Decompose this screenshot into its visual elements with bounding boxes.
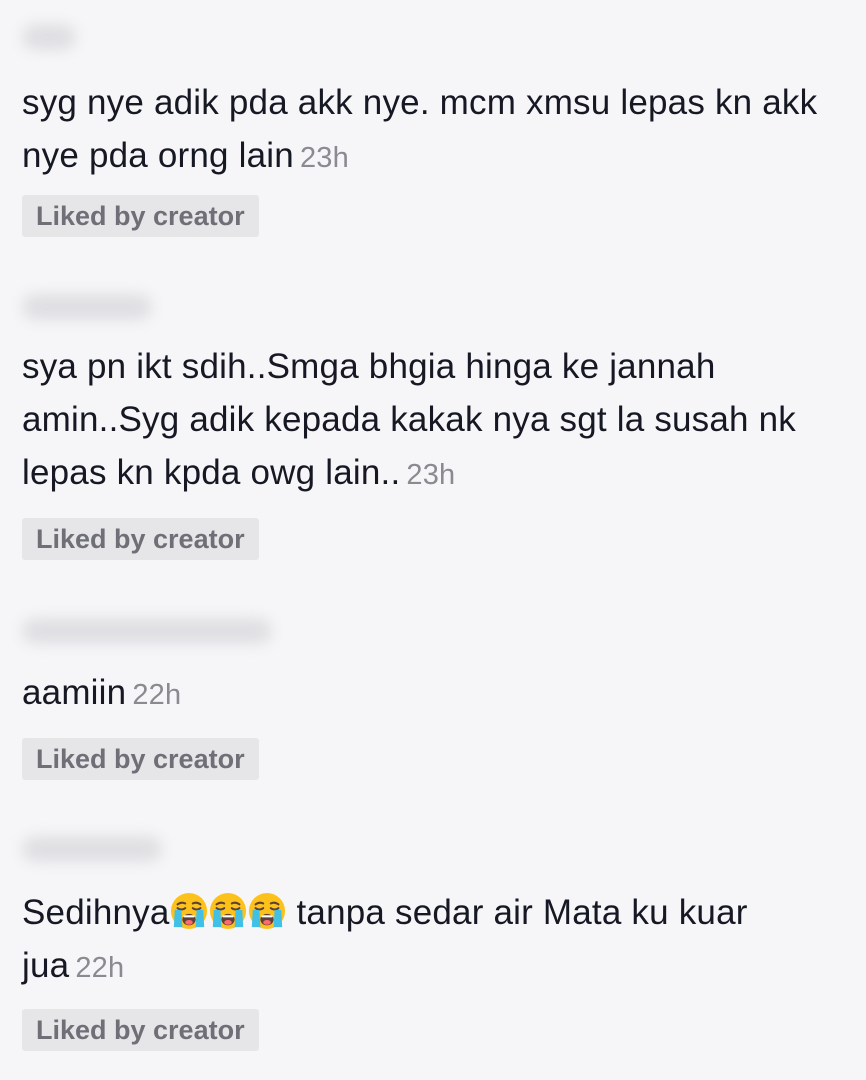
comment: Sedihnya tanpa sedar air Mata ku kuar ju…	[22, 836, 842, 1051]
comment-time: 23h	[406, 459, 456, 491]
comment-text: syg nye adik pda akk nye. mcm xmsu lepas…	[22, 76, 842, 185]
comment: aamiin 22h Liked by creator	[22, 618, 842, 780]
comment-time: 22h	[75, 952, 125, 984]
comment-text: Sedihnya tanpa sedar air Mata ku kuar ju…	[22, 886, 842, 995]
loudly-crying-face-icon	[170, 892, 208, 930]
liked-by-creator-badge: Liked by creator	[22, 195, 259, 237]
comment-text: aamiin 22h	[22, 666, 842, 722]
comment-time: 23h	[299, 142, 349, 174]
liked-by-creator-badge: Liked by creator	[22, 518, 259, 560]
liked-by-creator-badge: Liked by creator	[22, 738, 259, 780]
comment: sya pn ikt sdih..Smga bhgia hinga ke jan…	[22, 294, 842, 560]
loudly-crying-face-icon	[248, 892, 286, 930]
loudly-crying-face-icon	[209, 892, 247, 930]
username-blurred[interactable]	[22, 836, 162, 862]
comment-text: sya pn ikt sdih..Smga bhgia hinga ke jan…	[22, 340, 842, 502]
username-blurred[interactable]	[22, 618, 272, 644]
comment-body-start: Sedihnya	[22, 893, 170, 932]
liked-by-creator-badge: Liked by creator	[22, 1009, 259, 1051]
comment: syg nye adik pda akk nye. mcm xmsu lepas…	[22, 24, 842, 237]
username-blurred[interactable]	[22, 24, 76, 50]
username-blurred[interactable]	[22, 294, 152, 320]
comment-body: aamiin	[22, 673, 127, 712]
comment-body: syg nye adik pda akk nye. mcm xmsu lepas…	[22, 83, 818, 175]
comment-time: 22h	[132, 679, 182, 711]
